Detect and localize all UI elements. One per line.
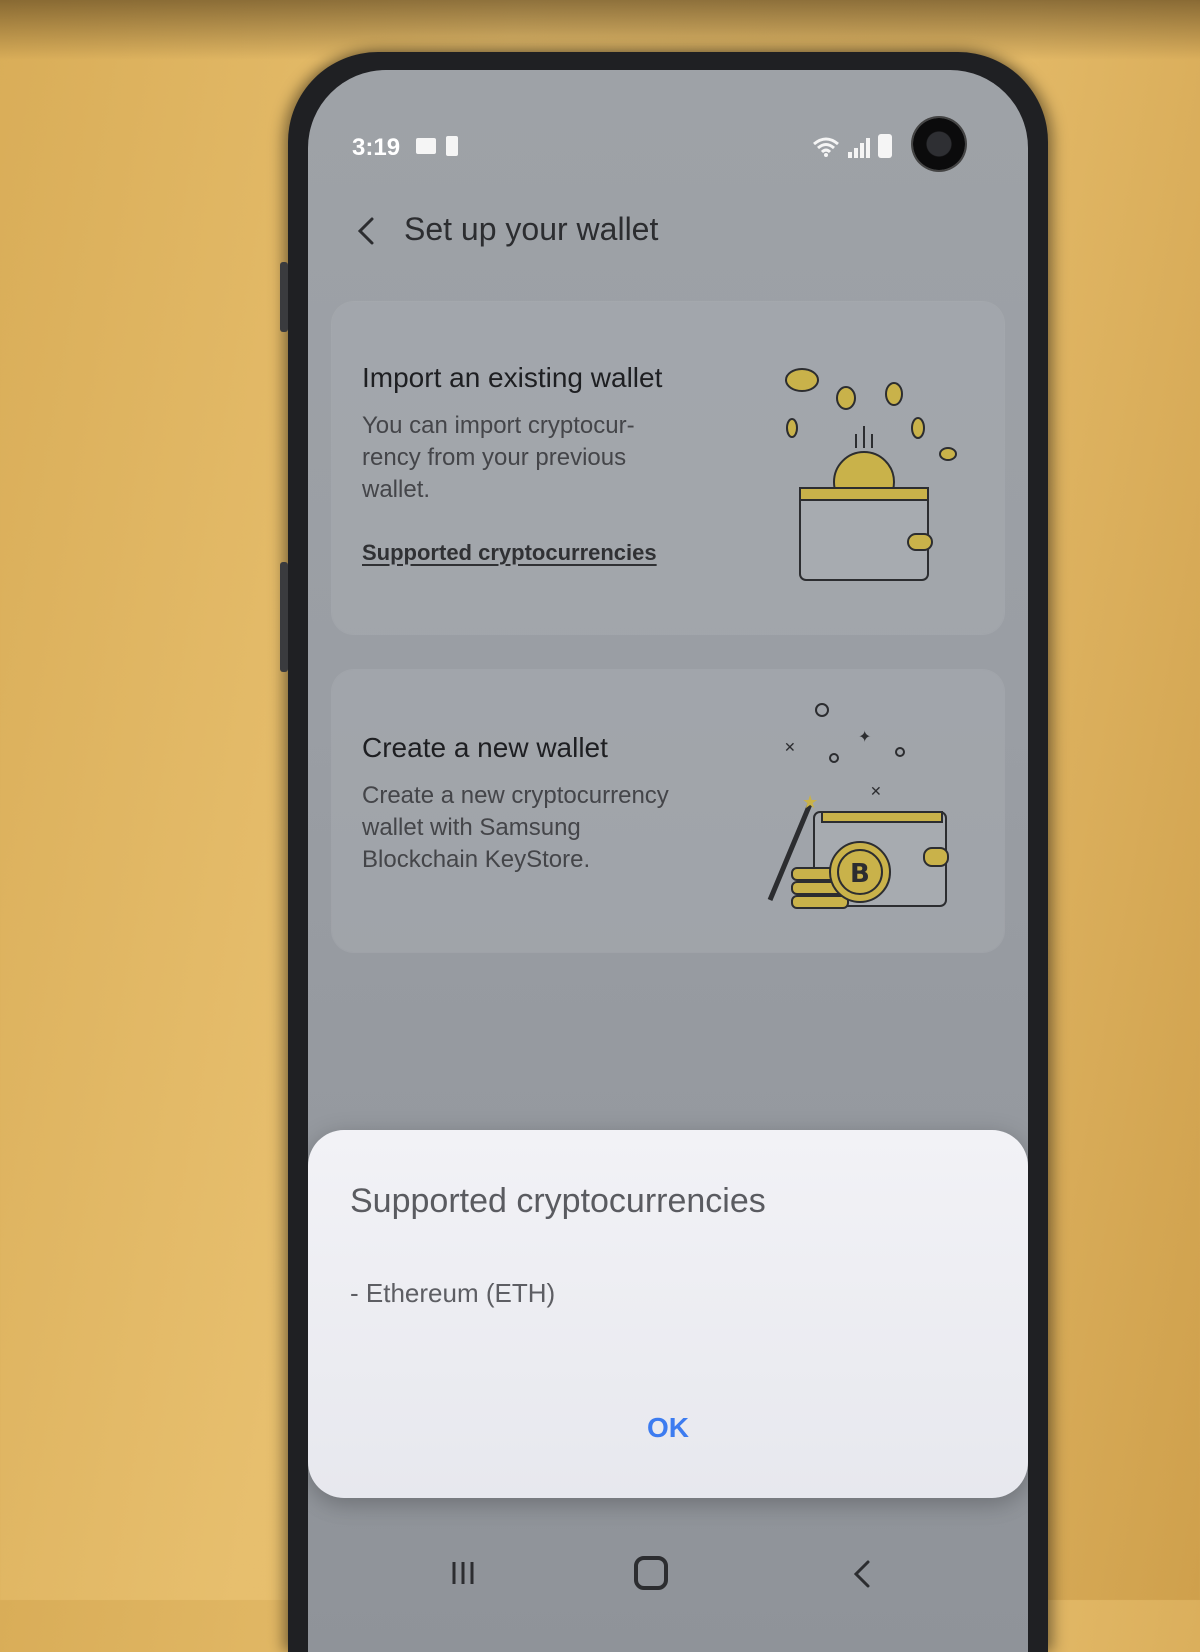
- wallet-coins-illustration: [785, 368, 957, 581]
- bixby-button: [280, 562, 288, 672]
- cell-signal-icon: [848, 136, 870, 158]
- status-time: 3:19: [352, 134, 401, 161]
- page-title: Set up your wallet: [404, 211, 659, 247]
- svg-text:✕: ✕: [870, 784, 882, 800]
- svg-text:✕: ✕: [784, 740, 796, 756]
- back-arrow-icon[interactable]: [352, 211, 382, 251]
- home-icon[interactable]: [634, 1556, 668, 1590]
- phone-device: 3:19 Set up your wallet Import an existi…: [280, 52, 1048, 1652]
- import-wallet-description: You can import cryptocur- rency from you…: [362, 412, 635, 503]
- nav-back-icon[interactable]: [848, 1554, 878, 1594]
- wifi-icon: [813, 137, 839, 157]
- volume-button: [280, 262, 288, 332]
- app-header: Set up your wallet: [352, 205, 972, 265]
- phone-screen: 3:19 Set up your wallet Import an existi…: [308, 70, 1028, 1652]
- create-wallet-description: Create a new cryptocurrency wallet with …: [362, 782, 669, 873]
- navigation-bar: [308, 1540, 1028, 1652]
- status-bar: 3:19: [352, 130, 892, 170]
- import-wallet-title: Import an existing wallet: [362, 362, 663, 393]
- status-icons: [812, 134, 892, 158]
- recents-icon[interactable]: [448, 1558, 478, 1588]
- dialog-body: - Ethereum (ETH): [350, 1278, 556, 1308]
- dialog-title: Supported cryptocurrencies: [350, 1182, 766, 1220]
- supported-cryptocurrencies-link[interactable]: Supported cryptocurrencies: [362, 540, 657, 566]
- new-wallet-illustration: ✕ ✦ ✕ ★ B: [767, 703, 949, 909]
- ok-button[interactable]: OK: [608, 1398, 728, 1458]
- create-wallet-title: Create a new wallet: [362, 732, 608, 763]
- svg-text:B: B: [850, 859, 870, 889]
- battery-notification-icon: [446, 136, 458, 156]
- battery-icon: [878, 134, 892, 158]
- desk-background: [0, 0, 1200, 60]
- gallery-notification-icon: [416, 138, 436, 154]
- front-camera: [913, 118, 965, 170]
- create-wallet-card[interactable]: Create a new wallet Create a new cryptoc…: [332, 670, 1004, 952]
- svg-text:★: ★: [802, 792, 818, 813]
- svg-text:✦: ✦: [858, 727, 871, 746]
- import-wallet-card[interactable]: Import an existing wallet You can import…: [332, 302, 1004, 634]
- supported-cryptocurrencies-dialog: Supported cryptocurrencies - Ethereum (E…: [308, 1130, 1028, 1498]
